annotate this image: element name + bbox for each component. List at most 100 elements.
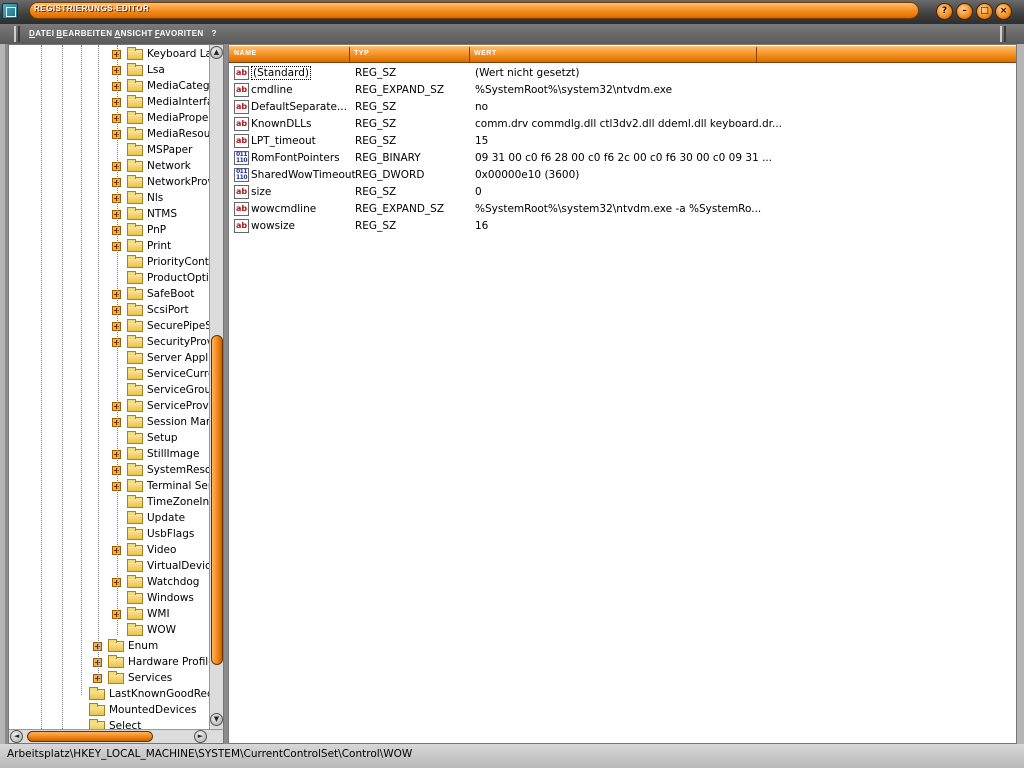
help-button[interactable]: ? — [936, 3, 953, 20]
table-row[interactable]: ab size REG_SZ 0 — [229, 184, 1016, 201]
folder-icon — [127, 607, 143, 620]
tree-item[interactable]: WMI — [9, 606, 209, 622]
tree-item[interactable]: MountedDevices — [9, 702, 209, 718]
tree-item-label: MediaCateg — [147, 80, 209, 92]
scroll-down-arrow-icon[interactable]: ▼ — [210, 713, 223, 726]
tree-item[interactable]: SafeBoot — [9, 286, 209, 302]
tree-vertical-scroll-thumb[interactable] — [211, 335, 223, 665]
tree-item[interactable]: StillImage — [9, 446, 209, 462]
tree-item[interactable]: PriorityContr — [9, 254, 209, 270]
tree-item[interactable]: Services — [9, 670, 209, 686]
value-type: REG_SZ — [355, 220, 397, 232]
tree-item[interactable]: Enum — [9, 638, 209, 654]
tree-item[interactable]: Select — [9, 718, 209, 729]
value-name: SharedWowTimeout — [251, 169, 356, 181]
close-button[interactable]: × — [995, 3, 1012, 20]
table-row[interactable]: 011 110 SharedWowTimeout REG_DWORD 0x00000e… — [229, 167, 1016, 184]
folder-icon — [127, 47, 143, 60]
tree-horizontal-scrollbar[interactable]: ◄ ► — [9, 729, 223, 743]
maximize-button[interactable]: □ — [976, 3, 993, 20]
menu-help[interactable]: ? — [211, 29, 218, 38]
tree-item[interactable]: Lsa — [9, 62, 209, 78]
menu-favoriten[interactable]: Favoriten — [154, 29, 205, 38]
column-header-value[interactable]: Wert — [474, 50, 497, 57]
tree-item[interactable]: Update — [9, 510, 209, 526]
tree-item[interactable]: Setup — [9, 430, 209, 446]
tree-item[interactable]: VirtualDevice — [9, 558, 209, 574]
table-row[interactable]: 011 110 RomFontPointers REG_BINARY 09 31 00… — [229, 150, 1016, 167]
value-type: REG_DWORD — [355, 169, 425, 181]
column-divider[interactable] — [469, 47, 470, 62]
column-header-name[interactable]: Name — [234, 50, 257, 57]
tree-item[interactable]: Print — [9, 238, 209, 254]
tree-item[interactable]: Session Man — [9, 414, 209, 430]
scroll-left-arrow-icon[interactable]: ◄ — [10, 730, 23, 743]
tree-item[interactable]: ScsiPort — [9, 302, 209, 318]
tree-item[interactable]: UsbFlags — [9, 526, 209, 542]
tree-item[interactable]: Server Appli — [9, 350, 209, 366]
column-divider[interactable] — [349, 47, 350, 62]
tree-item[interactable]: MediaProper — [9, 110, 209, 126]
table-row[interactable]: ab cmdline REG_EXPAND_SZ %SystemRoot%\syste… — [229, 82, 1016, 99]
tree-item[interactable]: Nls — [9, 190, 209, 206]
tree-item[interactable]: Windows — [9, 590, 209, 606]
table-row[interactable]: ab DefaultSeparate... REG_SZ no — [229, 99, 1016, 116]
tree-item[interactable]: WOW — [9, 622, 209, 638]
table-row[interactable]: ab wowcmdline REG_EXPAND_SZ %SystemRoot%\sy… — [229, 201, 1016, 218]
menu-bearbeiten[interactable]: Bearbeiten — [55, 29, 113, 38]
tree-item-label: Network — [147, 160, 191, 172]
tree-item[interactable]: PnP — [9, 222, 209, 238]
tree-item[interactable]: SecurePipeS — [9, 318, 209, 334]
folder-icon — [127, 559, 143, 572]
tree-item[interactable]: NetworkProv — [9, 174, 209, 190]
tree-item-label: Video — [147, 544, 177, 556]
regedit-app-icon[interactable] — [2, 3, 18, 19]
tree-item[interactable]: Network — [9, 158, 209, 174]
scroll-right-arrow-icon[interactable]: ► — [194, 730, 207, 743]
tree-item-label: StillImage — [147, 448, 200, 460]
string-value-icon: ab — [234, 83, 249, 97]
tree-item[interactable]: SecurityProv — [9, 334, 209, 350]
value-data: %SystemRoot%\system32\ntvdm.exe — [475, 84, 673, 96]
value-data: 15 — [475, 135, 489, 147]
minimize-button[interactable]: – — [956, 3, 973, 20]
tree-item[interactable]: ProductOptio — [9, 270, 209, 286]
column-divider[interactable] — [756, 47, 757, 62]
tree-horizontal-scroll-thumb[interactable] — [27, 731, 153, 742]
folder-icon — [127, 383, 143, 396]
tree-item[interactable]: SystemReso — [9, 462, 209, 478]
menu-grip-left[interactable] — [14, 26, 20, 42]
table-row[interactable]: ab wowsize REG_SZ 16 — [229, 218, 1016, 235]
value-name: size — [251, 186, 272, 198]
table-row[interactable]: ab LPT_timeout REG_SZ 15 — [229, 133, 1016, 150]
tree-item[interactable]: TimeZoneInf — [9, 494, 209, 510]
tree-item[interactable]: Terminal Ser — [9, 478, 209, 494]
tree-item[interactable]: LastKnownGoodRec — [9, 686, 209, 702]
tree-item[interactable]: Video — [9, 542, 209, 558]
tree-item[interactable]: MediaInterfa — [9, 94, 209, 110]
folder-icon — [127, 271, 143, 284]
value-type: REG_EXPAND_SZ — [355, 84, 445, 96]
title-bar[interactable]: Registrierungs-Editor ? – □ × — [0, 0, 1024, 24]
tree-item[interactable]: Hardware Profile — [9, 654, 209, 670]
tree-item[interactable]: NTMS — [9, 206, 209, 222]
menu-grip-right[interactable] — [1000, 26, 1006, 42]
tree-item[interactable]: ServiceGrou — [9, 382, 209, 398]
menu-datei[interactable]: Datei — [28, 29, 55, 38]
tree-item[interactable]: ServiceCurre — [9, 366, 209, 382]
folder-icon — [127, 111, 143, 124]
tree-item[interactable]: MSPaper — [9, 142, 209, 158]
tree-vertical-scrollbar[interactable]: ▲ ▼ — [209, 45, 223, 729]
tree-item[interactable]: Watchdog — [9, 574, 209, 590]
tree-item[interactable]: MediaCateg — [9, 78, 209, 94]
menu-ansicht[interactable]: Ansicht — [113, 29, 153, 38]
tree-item-label: MediaProper — [147, 112, 209, 124]
column-header-type[interactable]: Typ — [354, 50, 369, 57]
table-row[interactable]: ab KnownDLLs REG_SZ comm.drv commdlg.dll ct… — [229, 116, 1016, 133]
tree-item[interactable]: Keyboard La — [9, 46, 209, 62]
string-value-icon: ab — [234, 185, 249, 199]
tree-item[interactable]: ServiceProvi — [9, 398, 209, 414]
tree-item[interactable]: MediaResou — [9, 126, 209, 142]
scroll-up-arrow-icon[interactable]: ▲ — [210, 46, 223, 59]
table-row[interactable]: ab (Standard) REG_SZ (Wert nicht gesetzt) — [229, 65, 1016, 82]
